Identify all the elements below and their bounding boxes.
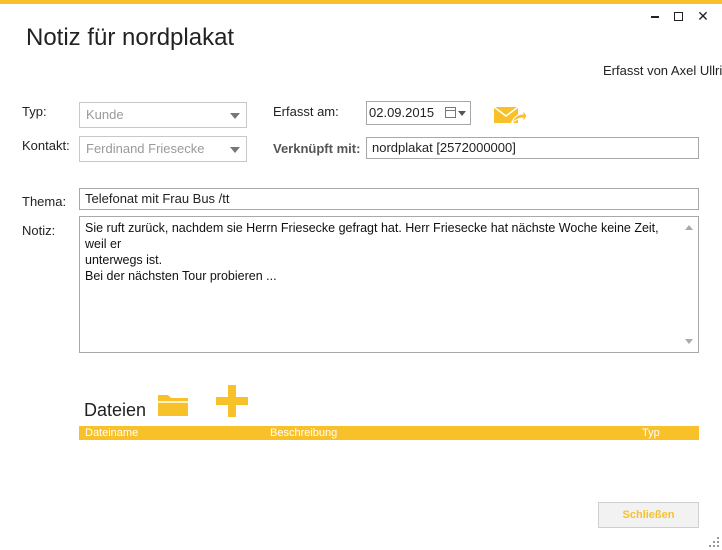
typ-label: Typ: (22, 104, 47, 119)
typ-select-value: Kunde (86, 107, 124, 122)
page-title: Notiz für nordplakat (26, 24, 235, 51)
chevron-down-icon (230, 147, 240, 153)
notiz-textarea[interactable]: Sie ruft zurück, nachdem sie Herrn Fries… (79, 216, 699, 353)
column-header-beschreibung[interactable]: Beschreibung (270, 426, 337, 441)
accent-topbar (0, 0, 722, 4)
maximize-button[interactable] (667, 6, 689, 26)
resize-grip-icon[interactable] (709, 537, 719, 547)
erfasst-am-label: Erfasst am: (273, 104, 339, 119)
files-table-header: Dateiname Beschreibung Typ (79, 426, 699, 440)
kontakt-select[interactable]: Ferdinand Friesecke (79, 136, 247, 162)
scroll-up-icon[interactable] (685, 225, 693, 230)
add-icon[interactable] (216, 385, 248, 417)
date-value: 02.09.2015 (369, 105, 435, 120)
notiz-scrollbar[interactable] (681, 217, 698, 352)
notiz-line: Bei der nächsten Tour probieren ... (85, 269, 277, 283)
verknuepft-field[interactable]: nordplakat [2572000000] (366, 137, 699, 159)
close-icon: ✕ (697, 8, 709, 24)
thema-label: Thema: (22, 194, 67, 209)
maximize-icon (673, 12, 683, 22)
chevron-down-icon (458, 111, 466, 116)
email-forward-icon[interactable] (493, 104, 527, 126)
scroll-down-icon[interactable] (685, 339, 693, 344)
thema-input[interactable]: Telefonat mit Frau Bus /tt (79, 188, 699, 210)
kontakt-label: Kontakt: (22, 138, 70, 153)
close-button[interactable]: Schließen (598, 502, 699, 528)
date-picker[interactable]: 02.09.2015 (366, 101, 471, 125)
close-window-button[interactable]: ✕ (692, 6, 714, 27)
created-by-label: Erfasst von Axel Ullric (603, 63, 722, 78)
typ-select[interactable]: Kunde (79, 102, 247, 128)
column-header-typ[interactable]: Typ (642, 426, 660, 441)
files-section-title: Dateien (84, 400, 147, 420)
notiz-line: Sie ruft zurück, nachdem sie Herrn Fries… (85, 221, 659, 251)
verknuepft-label: Verknüpft mit: (273, 141, 361, 156)
notiz-line: unterwegs ist. (85, 253, 163, 267)
calendar-icon (445, 107, 456, 118)
kontakt-select-value: Ferdinand Friesecke (86, 141, 205, 156)
folder-icon[interactable] (157, 391, 189, 417)
chevron-down-icon (230, 113, 240, 119)
column-header-dateiname[interactable]: Dateiname (85, 426, 138, 441)
minimize-icon (651, 15, 659, 18)
minimize-button[interactable] (644, 6, 666, 26)
notiz-label: Notiz: (22, 223, 56, 238)
